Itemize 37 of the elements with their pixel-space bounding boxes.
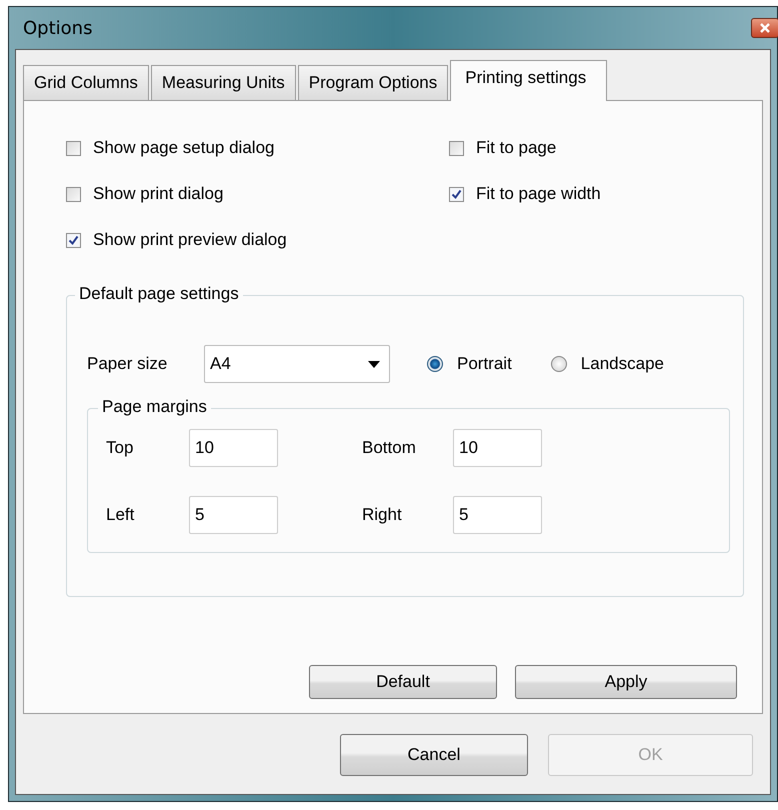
caret-icon — [368, 360, 380, 368]
field-label: Bottom — [362, 438, 417, 458]
field-label: Top — [106, 438, 134, 458]
dialog-button[interactable]: Default — [309, 665, 497, 699]
checkbox-label: Show print preview dialog — [93, 230, 287, 250]
tab[interactable]: Grid Columns — [23, 65, 149, 100]
group-title: Page margins — [98, 397, 211, 417]
radio-button[interactable] — [550, 356, 567, 372]
window-title: Options — [23, 18, 92, 38]
checkbox-label: Show print dialog — [93, 184, 224, 204]
radio-label: Portrait — [457, 354, 512, 374]
field-label: Paper size — [87, 354, 168, 374]
radio-button[interactable] — [427, 356, 443, 372]
dialog-button[interactable]: Cancel — [340, 734, 528, 776]
group-title: Default page settings — [75, 284, 243, 304]
input-field[interactable]: 10 — [189, 429, 278, 467]
radio-label: Landscape — [580, 354, 664, 374]
tab[interactable]: Program Options — [298, 65, 448, 100]
checkbox[interactable] — [66, 140, 81, 156]
checkbox[interactable] — [66, 232, 81, 248]
checkbox-label: Fit to page — [476, 138, 556, 158]
dialog-button[interactable]: Apply — [515, 665, 737, 699]
tab[interactable]: Measuring Units — [150, 65, 296, 100]
input-field[interactable]: 10 — [453, 429, 542, 467]
field-label: Right — [362, 505, 403, 525]
close-icon — [759, 22, 771, 34]
input-field[interactable]: 5 — [189, 496, 278, 534]
checkbox[interactable] — [449, 140, 464, 156]
field-label: Left — [106, 505, 136, 525]
input-field[interactable]: 5 — [453, 496, 542, 534]
checkbox-label: Show page setup dialog — [93, 138, 274, 158]
checkbox[interactable] — [66, 186, 81, 202]
checkbox[interactable] — [449, 186, 464, 202]
paper-size-dropdown[interactable]: A4 — [204, 345, 390, 383]
checkbox-label: Fit to page width — [476, 184, 601, 204]
close-button[interactable] — [751, 18, 778, 38]
tab[interactable]: Printing settings — [450, 60, 608, 101]
